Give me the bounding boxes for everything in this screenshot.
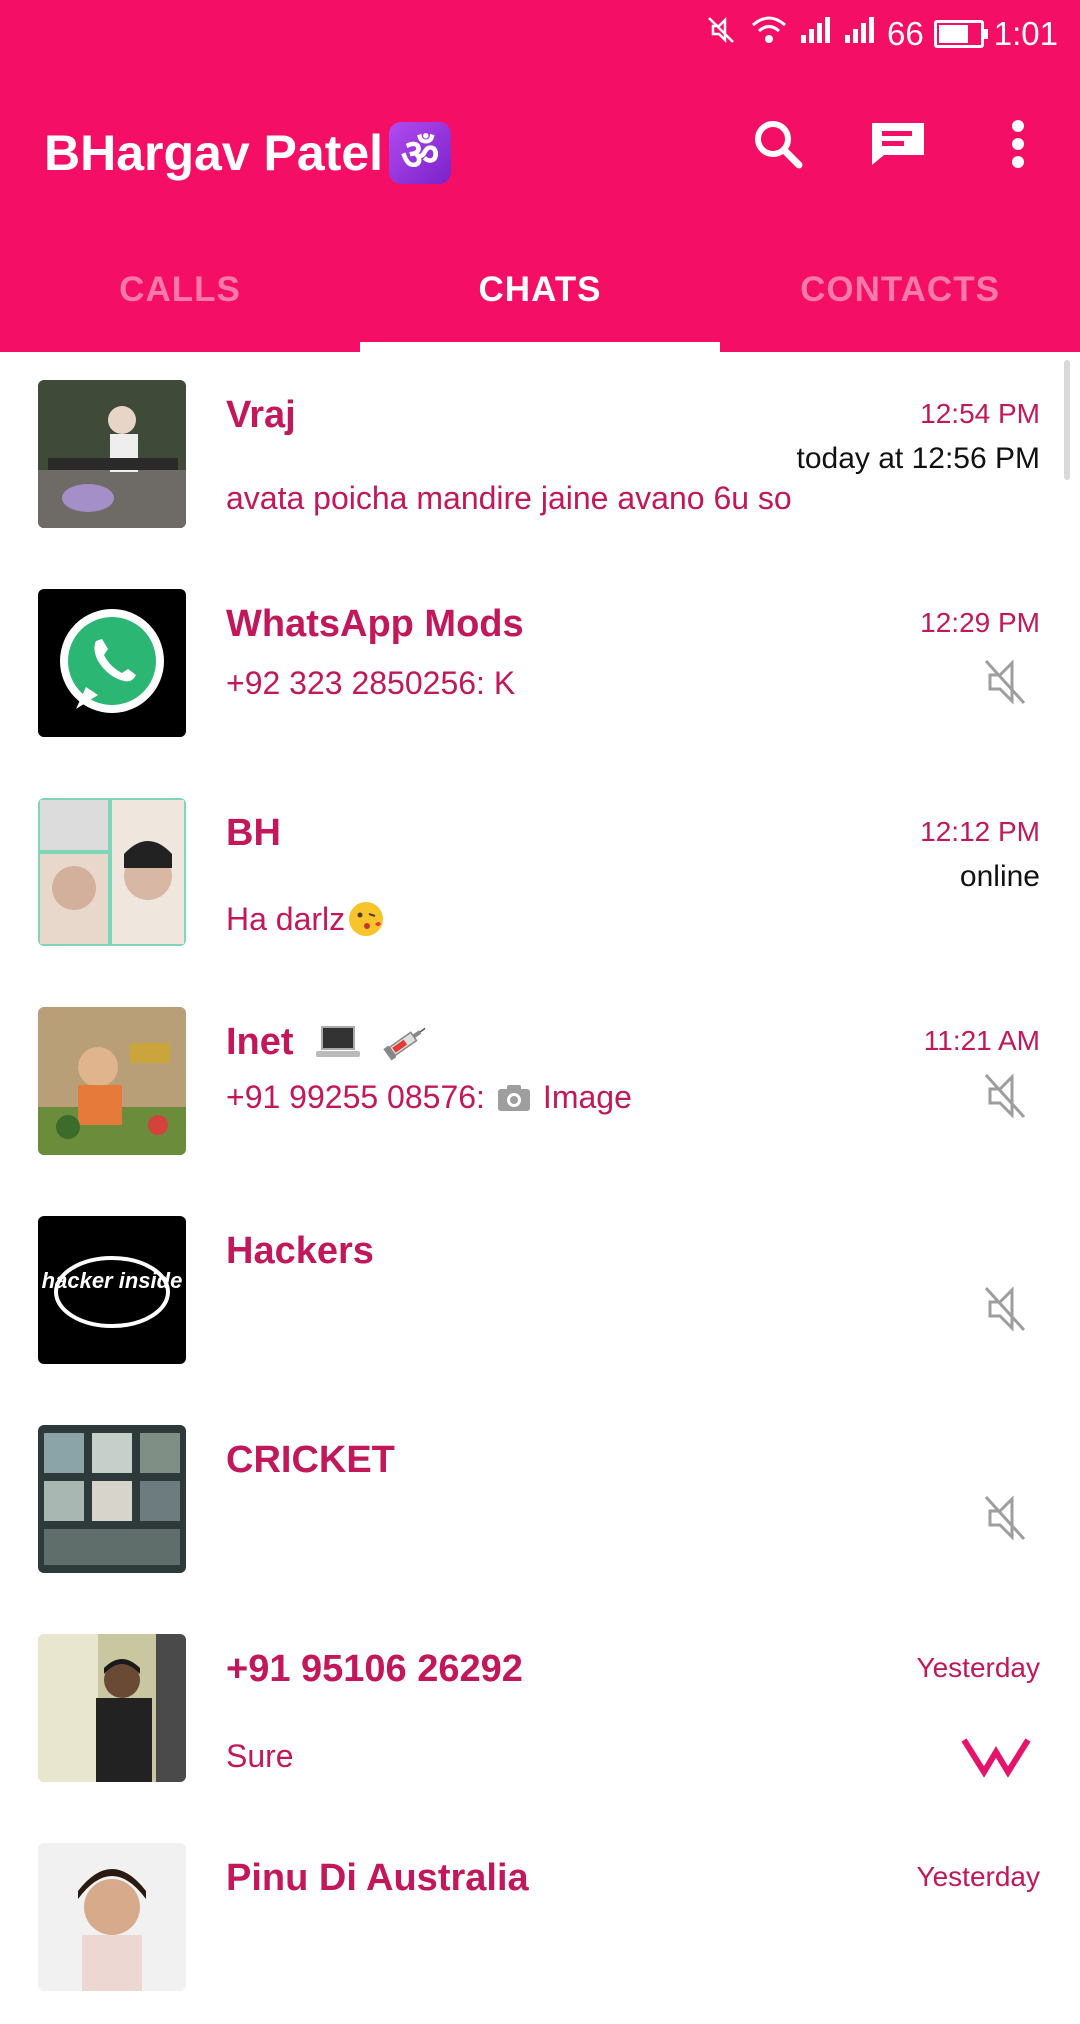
chat-time: 12:12 PM xyxy=(920,816,1040,847)
search-icon xyxy=(755,121,803,169)
chat-row-inet[interactable]: Inet 11:21 AM +91 99255 08576: Image xyxy=(0,979,1080,1188)
chat-time: 12:29 PM xyxy=(920,607,1040,638)
avatar[interactable] xyxy=(38,1425,186,1573)
chat-name-text: Inet xyxy=(226,1021,294,1063)
more-vert-icon xyxy=(1012,120,1024,168)
tab-contacts[interactable]: CONTACTS xyxy=(720,245,1080,335)
battery-percent: 66 xyxy=(887,15,924,52)
search-button[interactable] xyxy=(746,112,810,176)
avatar[interactable] xyxy=(38,1843,186,1991)
tab-indicator xyxy=(360,342,720,352)
chat-row-hackers[interactable]: hacker inside Hackers xyxy=(0,1188,1080,1397)
chat-name: BH xyxy=(226,812,281,854)
chat-presence: online xyxy=(959,860,1040,893)
message-icon xyxy=(872,123,924,165)
chat-time: Yesterday xyxy=(916,1861,1041,1892)
overflow-menu-button[interactable] xyxy=(986,112,1050,176)
chat-name: Inet xyxy=(226,1021,430,1064)
chat-name: +91 95106 26292 xyxy=(226,1648,523,1690)
new-chat-button[interactable] xyxy=(866,112,930,176)
laptop-emoji-icon xyxy=(315,1025,360,1057)
kiss-emoji-icon xyxy=(349,902,384,936)
avatar[interactable] xyxy=(38,589,186,737)
app-bar-actions xyxy=(746,112,1050,176)
app-title: BHargav Patel ॐ xyxy=(44,118,452,188)
chat-name: Hackers xyxy=(226,1230,374,1272)
wifi-icon xyxy=(749,13,789,55)
chat-last-message: Ha darlz xyxy=(226,900,385,938)
app-logo-icon xyxy=(961,1738,1031,1778)
mute-status-icon xyxy=(703,12,739,56)
muted-icon xyxy=(984,1286,1026,1332)
chat-name: Pinu Di Australia xyxy=(226,1857,529,1899)
syringe-emoji-icon xyxy=(382,1027,426,1061)
chat-name: CRICKET xyxy=(226,1439,395,1481)
chat-row-bh[interactable]: BH 12:12 PM online Ha darlz xyxy=(0,770,1080,979)
tab-bar: CALLS CHATS CONTACTS xyxy=(0,245,1080,335)
muted-icon xyxy=(984,1073,1026,1119)
muted-icon xyxy=(984,1495,1026,1541)
chat-name: Vraj xyxy=(226,394,296,436)
chat-presence: today at 12:56 PM xyxy=(796,442,1041,475)
avatar-logo-text: hacker inside xyxy=(42,1268,183,1293)
app-bar: 66 1:01 BHargav Patel ॐ CALLS CHATS CONT… xyxy=(0,0,1080,352)
chat-last-message: Sure xyxy=(226,1738,294,1774)
om-emoji: ॐ xyxy=(389,122,452,184)
avatar[interactable]: hacker inside xyxy=(38,1216,186,1364)
chat-name: WhatsApp Mods xyxy=(226,603,524,645)
chat-row-vraj[interactable]: Vraj 12:54 PM today at 12:56 PM avata po… xyxy=(0,352,1080,561)
chat-last-message: avata poicha mandire jaine avano 6u so xyxy=(226,480,792,516)
chat-time: 12:54 PM xyxy=(920,398,1040,429)
muted-icon xyxy=(984,659,1026,705)
tab-chats[interactable]: CHATS xyxy=(360,245,720,335)
camera-icon xyxy=(497,1084,530,1111)
battery-icon xyxy=(933,20,988,48)
status-bar: 66 1:01 xyxy=(703,12,1058,56)
avatar[interactable] xyxy=(38,1007,186,1155)
chat-last-message: +92 323 2850256: K xyxy=(226,665,516,701)
app-title-text: BHargav Patel xyxy=(44,125,384,181)
chat-message-sender: +91 99255 08576: xyxy=(226,1079,485,1115)
chat-time: Yesterday xyxy=(916,1652,1041,1683)
chat-row-number[interactable]: +91 95106 26292 Yesterday Sure xyxy=(0,1606,1080,1815)
chat-time: 11:21 AM xyxy=(923,1025,1040,1056)
avatar[interactable] xyxy=(38,798,186,946)
tab-calls[interactable]: CALLS xyxy=(0,245,360,335)
chat-list: Vraj 12:54 PM today at 12:56 PM avata po… xyxy=(0,352,1080,2024)
chat-row-whatsapp-mods[interactable]: WhatsApp Mods 12:29 PM +92 323 2850256: … xyxy=(0,561,1080,770)
avatar[interactable] xyxy=(38,1634,186,1782)
chat-row-cricket[interactable]: CRICKET xyxy=(0,1397,1080,1606)
signal-icon-1 xyxy=(799,15,833,53)
chat-last-message-text: Ha darlz xyxy=(226,900,346,937)
chat-last-message-text: Image xyxy=(542,1079,632,1115)
avatar[interactable] xyxy=(38,380,186,528)
clock: 1:01 xyxy=(993,15,1058,52)
chat-last-message: +91 99255 08576: Image xyxy=(226,1079,632,1116)
signal-icon-2 xyxy=(843,15,877,53)
